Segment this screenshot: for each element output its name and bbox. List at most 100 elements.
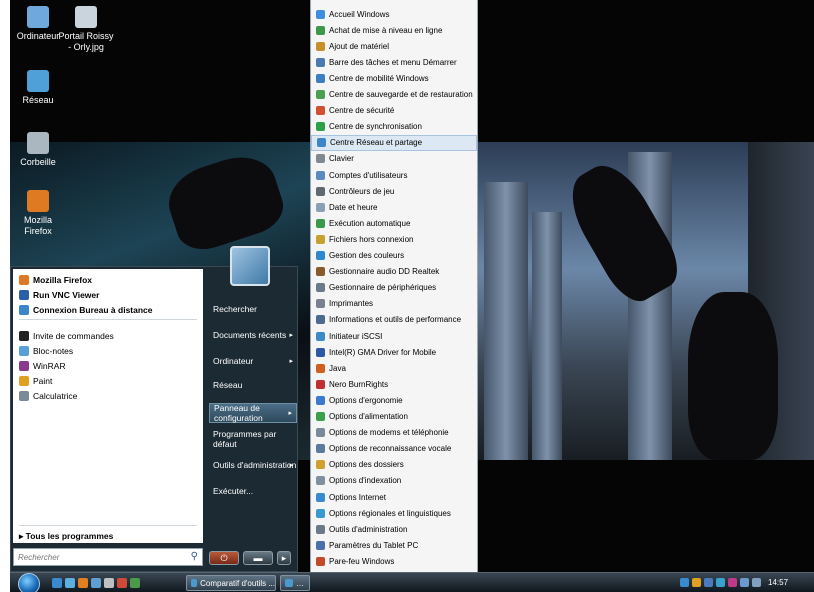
control-panel-item[interactable]: Options régionales et linguistiques bbox=[311, 505, 477, 521]
control-panel-item[interactable]: Centre Réseau et partage bbox=[311, 134, 477, 151]
taskbar-button[interactable]: Comparatif d'outils ... bbox=[186, 575, 276, 591]
control-panel-item-icon bbox=[316, 395, 325, 405]
start-right-item[interactable]: Panneau de configuration ▸ bbox=[209, 403, 297, 423]
control-panel-item[interactable]: Gestionnaire de périphériques bbox=[311, 280, 477, 296]
control-panel-item[interactable]: Options d'alimentation bbox=[311, 409, 477, 425]
control-panel-item-label: Options régionales et linguistiques bbox=[329, 508, 451, 518]
start-right-item[interactable]: Rechercher bbox=[209, 299, 297, 319]
tray-icon[interactable] bbox=[752, 578, 761, 587]
control-panel-item-icon bbox=[316, 186, 325, 196]
control-panel-item[interactable]: Outils d'administration bbox=[311, 521, 477, 537]
control-panel-item[interactable]: Options d'indexation bbox=[311, 473, 477, 489]
control-panel-item[interactable]: Accueil Windows bbox=[311, 6, 477, 22]
control-panel-item-label: Outils d'administration bbox=[329, 524, 408, 534]
control-panel-item[interactable]: Comptes d'utilisateurs bbox=[311, 167, 477, 183]
tray-icon[interactable] bbox=[728, 578, 737, 587]
start-right-item[interactable]: Réseau bbox=[209, 375, 297, 395]
control-panel-item[interactable]: Options de reconnaissance vocale bbox=[311, 441, 477, 457]
control-panel-item-label: Options d'alimentation bbox=[329, 412, 408, 421]
control-panel-item[interactable]: Ajout de matériel bbox=[311, 38, 477, 54]
control-panel-item[interactable]: Fichiers hors connexion bbox=[311, 231, 477, 247]
control-panel-item[interactable]: Imprimantes bbox=[311, 296, 477, 312]
control-panel-item[interactable]: Centre de sauvegarde et de restauration bbox=[311, 87, 477, 103]
recycle-bin-icon bbox=[27, 132, 49, 154]
all-programs-button[interactable]: ▸ Tous les programmes bbox=[19, 531, 113, 542]
desktop-icon[interactable]: Corbeille bbox=[10, 132, 66, 168]
control-panel-item[interactable]: Intel(R) GMA Driver for Mobile bbox=[311, 344, 477, 360]
control-panel-item[interactable]: Date et heure bbox=[311, 199, 477, 215]
quick-launch-icon[interactable] bbox=[130, 578, 140, 588]
recent-program[interactable]: WinRAR bbox=[19, 359, 66, 373]
control-panel-item[interactable]: Gestionnaire audio DD Realtek bbox=[311, 264, 477, 280]
desktop-icon[interactable]: Mozilla Firefox bbox=[10, 190, 66, 237]
control-panel-item-icon bbox=[317, 138, 326, 148]
recent-program[interactable]: Invite de commandes bbox=[19, 329, 114, 343]
control-panel-item-label: Paramètres du Tablet PC bbox=[329, 540, 419, 550]
control-panel-item[interactable]: Gestion des couleurs bbox=[311, 248, 477, 264]
control-panel-item[interactable]: Options d'ergonomie bbox=[311, 392, 477, 408]
control-panel-item[interactable]: Clavier bbox=[311, 151, 477, 167]
desktop-icon[interactable]: Portail Roissy - Orly.jpg bbox=[58, 6, 114, 53]
control-panel-item-label: Centre de synchronisation bbox=[329, 122, 422, 132]
clock[interactable]: 14:57 bbox=[768, 578, 788, 587]
quick-launch-icon[interactable] bbox=[91, 578, 101, 588]
search-icon[interactable]: ⚲ bbox=[191, 551, 198, 562]
control-panel-item[interactable]: Centre de sécurité bbox=[311, 103, 477, 119]
control-panel-item[interactable]: Contrôleurs de jeu bbox=[311, 183, 477, 199]
power-button[interactable]: ⏻ bbox=[209, 551, 239, 565]
chevron-right-icon: ▸ bbox=[289, 462, 293, 469]
start-right-item[interactable]: Exécuter... bbox=[209, 481, 297, 501]
control-panel-item-label: Nero BurnRights bbox=[329, 379, 389, 389]
taskbar: Comparatif d'outils ... … 14:57 bbox=[10, 572, 814, 592]
lock-button[interactable]: ▬ bbox=[243, 551, 273, 565]
quick-launch-icon[interactable] bbox=[104, 578, 114, 588]
tray-icon[interactable] bbox=[704, 578, 713, 587]
tray-icon[interactable] bbox=[692, 578, 701, 587]
quick-launch-icon[interactable] bbox=[117, 578, 127, 588]
desktop-icon-label: Mozilla Firefox bbox=[23, 215, 52, 236]
control-panel-item[interactable]: Options Internet bbox=[311, 489, 477, 505]
control-panel-item[interactable]: Java bbox=[311, 360, 477, 376]
control-panel-item[interactable]: Exécution automatique bbox=[311, 215, 477, 231]
tray-icon[interactable] bbox=[716, 578, 725, 587]
quick-launch-icon[interactable] bbox=[65, 578, 75, 588]
control-panel-item-label: Centre de mobilité Windows bbox=[329, 73, 429, 83]
desktop-icon-label: Corbeille bbox=[20, 157, 56, 167]
start-right-item[interactable]: Programmes par défaut bbox=[209, 429, 297, 449]
start-right-label: Réseau bbox=[213, 380, 243, 390]
control-panel-item-icon bbox=[316, 540, 325, 550]
tray-icon[interactable] bbox=[740, 578, 749, 587]
control-panel-item[interactable]: Initiateur iSCSI bbox=[311, 328, 477, 344]
start-button[interactable] bbox=[18, 573, 40, 592]
recent-program[interactable]: Paint bbox=[19, 374, 52, 388]
start-right-item[interactable]: Ordinateur ▸ bbox=[209, 351, 297, 371]
start-right-item[interactable]: Documents récents ▸ bbox=[209, 325, 297, 345]
control-panel-item[interactable]: Barre des tâches et menu Démarrer bbox=[311, 54, 477, 70]
control-panel-item[interactable]: Informations et outils de performance bbox=[311, 312, 477, 328]
taskbar-button[interactable]: … bbox=[280, 575, 310, 591]
quick-launch-icon[interactable] bbox=[78, 578, 88, 588]
control-panel-item[interactable]: Pare-feu Windows bbox=[311, 553, 477, 569]
control-panel-item[interactable]: Achat de mise à niveau en ligne bbox=[311, 22, 477, 38]
control-panel-item[interactable]: Nero BurnRights bbox=[311, 376, 477, 392]
control-panel-item-icon bbox=[316, 25, 325, 35]
control-panel-item[interactable]: Centre de mobilité Windows bbox=[311, 70, 477, 86]
tray-icon[interactable] bbox=[680, 578, 689, 587]
control-panel-item-icon bbox=[316, 202, 325, 212]
control-panel-item[interactable]: Paramètres du Tablet PC bbox=[311, 537, 477, 553]
start-search-input[interactable]: Rechercher ⚲ bbox=[13, 548, 203, 566]
desktop-icon[interactable]: Réseau bbox=[10, 70, 66, 106]
shutdown-options-button[interactable]: ▸ bbox=[277, 551, 291, 565]
pinned-program[interactable]: Connexion Bureau à distance bbox=[19, 303, 153, 317]
recent-program[interactable]: Bloc-notes bbox=[19, 344, 73, 358]
control-panel-item-icon bbox=[316, 444, 325, 454]
pinned-program[interactable]: Run VNC Viewer bbox=[19, 288, 99, 302]
recent-program[interactable]: Calculatrice bbox=[19, 389, 77, 403]
control-panel-item[interactable]: Centre de synchronisation bbox=[311, 119, 477, 135]
pinned-program[interactable]: Mozilla Firefox bbox=[19, 273, 92, 287]
wallpaper-building bbox=[484, 182, 528, 460]
control-panel-item[interactable]: Options des dossiers bbox=[311, 457, 477, 473]
control-panel-item[interactable]: Options de modems et téléphonie bbox=[311, 425, 477, 441]
quick-launch-icon[interactable] bbox=[52, 578, 62, 588]
start-right-item[interactable]: Outils d'administration ▸ bbox=[209, 455, 297, 475]
